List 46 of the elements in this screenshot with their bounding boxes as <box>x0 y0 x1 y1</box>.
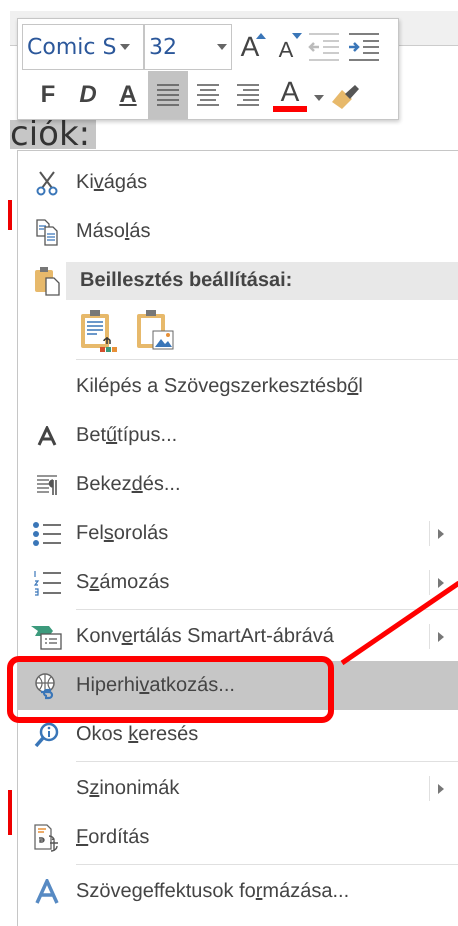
menu-item[interactable]: Számozás <box>18 558 458 607</box>
slide-text: ciók: <box>10 120 96 149</box>
paste-icon <box>33 266 61 296</box>
menu-item[interactable]: Másolás <box>18 207 458 256</box>
magnifier-info-icon <box>33 720 61 748</box>
scissors-icon <box>35 170 59 196</box>
dropdown-arrow-icon[interactable] <box>120 44 130 50</box>
bold-button[interactable]: F <box>28 73 68 117</box>
menu-item[interactable]: Konvertálás SmartArt-ábrává <box>18 612 458 661</box>
menu-item[interactable]: Kilépés a Szövegszerkesztésből <box>18 362 458 411</box>
numbered-list-icon <box>32 568 62 596</box>
dropdown-arrow-icon[interactable] <box>217 44 227 50</box>
submenu-arrow-icon <box>438 632 444 642</box>
down-triangle-icon <box>292 33 302 39</box>
copy-icon <box>35 218 59 246</box>
font-color-button[interactable]: A <box>268 73 312 117</box>
dropdown-arrow-icon[interactable] <box>314 95 324 101</box>
menu-item[interactable]: Felsorolás <box>18 509 458 558</box>
menu-item[interactable]: Betűtípus... <box>18 411 458 460</box>
font-name-field[interactable]: Comic S <box>22 24 144 70</box>
letter-icon <box>37 426 57 446</box>
menu-item[interactable]: Hiperhivatkozás... <box>18 661 458 710</box>
submenu-arrow-icon <box>438 578 444 588</box>
underline-button[interactable]: A <box>108 73 148 117</box>
shrink-font-button[interactable]: A <box>268 25 304 69</box>
menu-item[interactable]: Kivágás <box>18 158 458 207</box>
increase-indent-icon <box>347 32 381 62</box>
translate-icon <box>33 822 61 852</box>
menu-item[interactable]: Fordítás <box>18 813 458 862</box>
smartart-icon <box>31 624 63 650</box>
paragraph-icon <box>35 472 59 496</box>
menu-item[interactable]: Szinonimák <box>18 764 458 813</box>
italic-button[interactable]: D <box>68 73 108 117</box>
menu-item[interactable]: Okos keresés <box>18 710 458 759</box>
align-left-button[interactable] <box>148 71 188 119</box>
decrease-indent-icon <box>307 32 341 62</box>
font-size-field[interactable]: 32 <box>144 24 232 70</box>
paste-keep-text-icon[interactable] <box>78 309 120 353</box>
text-effect-icon <box>34 878 60 904</box>
menu-item[interactable]: Szövegeffektusok formázása... <box>18 867 458 916</box>
submenu-arrow-icon <box>438 784 444 794</box>
menu-item[interactable]: Bekezdés... <box>18 460 458 509</box>
section-heading: Beillesztés beállításai: <box>66 262 458 300</box>
submenu-arrow-icon <box>438 528 444 538</box>
bullet-list-icon <box>32 520 62 546</box>
grow-font-button[interactable]: A <box>232 25 268 69</box>
